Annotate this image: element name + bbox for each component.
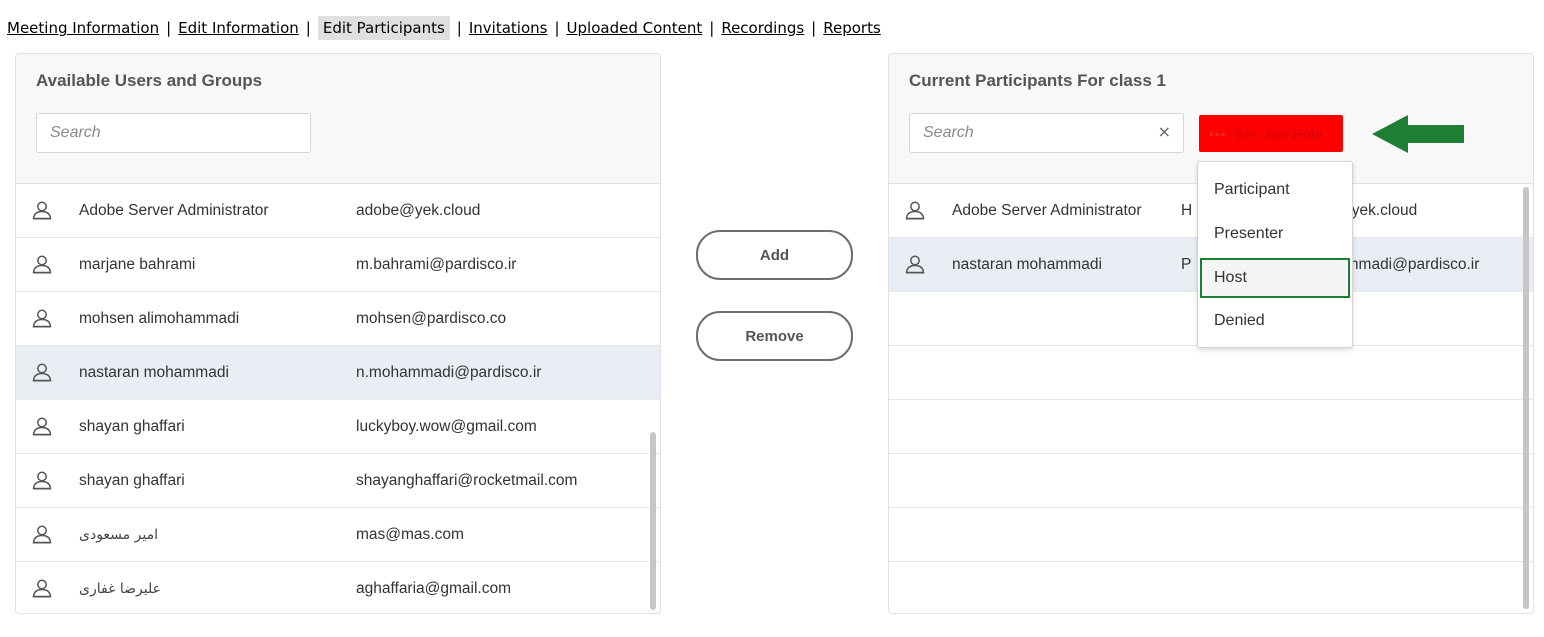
empty-row bbox=[889, 454, 1533, 508]
set-user-role-button[interactable]: ••• Set User Role bbox=[1199, 115, 1343, 152]
user-name: mohsen alimohammadi bbox=[79, 309, 240, 327]
participant-email: ammadi@pardisco.ir bbox=[1337, 255, 1480, 273]
participant-role: P bbox=[1181, 255, 1192, 273]
empty-row bbox=[889, 400, 1533, 454]
user-row[interactable]: shayan ghaffari shayanghaffari@rocketmail… bbox=[16, 454, 660, 508]
user-icon bbox=[31, 416, 53, 436]
add-button[interactable]: Add bbox=[696, 230, 853, 280]
role-option-denied[interactable]: Denied bbox=[1200, 302, 1350, 340]
top-nav: Meeting Information | Edit Information |… bbox=[7, 14, 881, 42]
available-users-title: Available Users and Groups bbox=[36, 71, 263, 90]
participants-list-scrollbar[interactable] bbox=[1523, 187, 1529, 609]
available-search-input[interactable] bbox=[50, 124, 270, 142]
available-list-scrollbar[interactable] bbox=[650, 432, 656, 610]
user-icon bbox=[31, 524, 53, 544]
user-row[interactable]: marjane bahrami m.bahrami@pardisco.ir bbox=[16, 238, 660, 292]
nav-separator: | bbox=[456, 19, 462, 37]
participant-role: H bbox=[1181, 201, 1193, 219]
nav-edit-participants[interactable]: Edit Participants bbox=[317, 16, 450, 40]
current-participants-title: Current Participants For class 1 bbox=[909, 71, 1166, 90]
participant-name: Adobe Server Administrator bbox=[952, 201, 1142, 219]
empty-row bbox=[889, 562, 1533, 613]
available-users-list: Adobe Server Administrator adobe@yek.clou… bbox=[16, 184, 660, 613]
user-row[interactable]: امیر مسعودی mas@mas.com bbox=[16, 508, 660, 562]
user-icon bbox=[31, 308, 53, 328]
nav-separator: | bbox=[554, 19, 560, 37]
user-name: marjane bahrami bbox=[79, 255, 196, 273]
nav-reports[interactable]: Reports bbox=[823, 19, 881, 37]
participants-search-box[interactable]: × bbox=[909, 113, 1184, 153]
user-email: aghaffaria@gmail.com bbox=[356, 579, 512, 597]
role-option-presenter[interactable]: Presenter bbox=[1200, 215, 1350, 253]
nav-separator: | bbox=[166, 19, 172, 37]
annotation-arrow-icon bbox=[1372, 115, 1464, 153]
user-email: n.mohammadi@pardisco.ir bbox=[356, 363, 542, 381]
nav-meeting-information[interactable]: Meeting Information bbox=[7, 19, 159, 37]
user-name: علیرضا غفاری bbox=[79, 580, 161, 597]
user-icon bbox=[31, 578, 53, 598]
nav-uploaded-content[interactable]: Uploaded Content bbox=[567, 19, 703, 37]
user-icon bbox=[904, 254, 926, 274]
participant-name: nastaran mohammadi bbox=[952, 255, 1102, 273]
user-name: امیر مسعودی bbox=[79, 526, 158, 543]
user-row[interactable]: علیرضا غفاری aghaffaria@gmail.com bbox=[16, 562, 660, 613]
user-row[interactable]: shayan ghaffari luckyboy.wow@gmail.com bbox=[16, 400, 660, 454]
participants-search-input[interactable] bbox=[923, 124, 1143, 142]
nav-separator: | bbox=[305, 19, 311, 37]
role-dropdown-menu: Participant Presenter Host Denied bbox=[1197, 161, 1353, 348]
nav-recordings[interactable]: Recordings bbox=[721, 19, 804, 37]
user-icon bbox=[31, 200, 53, 220]
available-users-panel: Available Users and Groups Adobe Server … bbox=[15, 53, 661, 614]
clear-search-icon[interactable]: × bbox=[1158, 122, 1171, 141]
user-email: adobe@yek.cloud bbox=[356, 201, 481, 219]
user-icon bbox=[31, 362, 53, 382]
user-email: luckyboy.wow@gmail.com bbox=[356, 417, 537, 435]
user-email: mas@mas.com bbox=[356, 525, 464, 543]
more-dots-icon: ••• bbox=[1209, 125, 1227, 142]
user-name: nastaran mohammadi bbox=[79, 363, 229, 381]
user-email: m.bahrami@pardisco.ir bbox=[356, 255, 517, 273]
user-icon bbox=[904, 200, 926, 220]
nav-separator: | bbox=[709, 19, 715, 37]
user-icon bbox=[31, 254, 53, 274]
available-search-box[interactable] bbox=[36, 113, 311, 153]
user-row[interactable]: Adobe Server Administrator adobe@yek.clou… bbox=[16, 184, 660, 238]
user-name: Adobe Server Administrator bbox=[79, 201, 269, 219]
user-icon bbox=[31, 470, 53, 490]
user-name: shayan ghaffari bbox=[79, 471, 185, 489]
nav-invitations[interactable]: Invitations bbox=[469, 19, 548, 37]
role-option-host[interactable]: Host bbox=[1200, 258, 1350, 298]
user-row[interactable]: nastaran mohammadi n.mohammadi@pardisco.i… bbox=[16, 346, 660, 400]
empty-row bbox=[889, 508, 1533, 562]
nav-edit-information[interactable]: Edit Information bbox=[178, 19, 299, 37]
remove-button[interactable]: Remove bbox=[696, 311, 853, 361]
empty-row bbox=[889, 346, 1533, 400]
role-option-participant[interactable]: Participant bbox=[1200, 171, 1350, 209]
available-users-header: Available Users and Groups bbox=[16, 54, 660, 184]
user-row[interactable]: mohsen alimohammadi mohsen@pardisco.co bbox=[16, 292, 660, 346]
nav-separator: | bbox=[811, 19, 817, 37]
set-user-role-label: Set User Role bbox=[1234, 125, 1322, 142]
user-email: mohsen@pardisco.co bbox=[356, 309, 507, 327]
user-name: shayan ghaffari bbox=[79, 417, 185, 435]
user-email: shayanghaffari@rocketmail.com bbox=[356, 471, 578, 489]
